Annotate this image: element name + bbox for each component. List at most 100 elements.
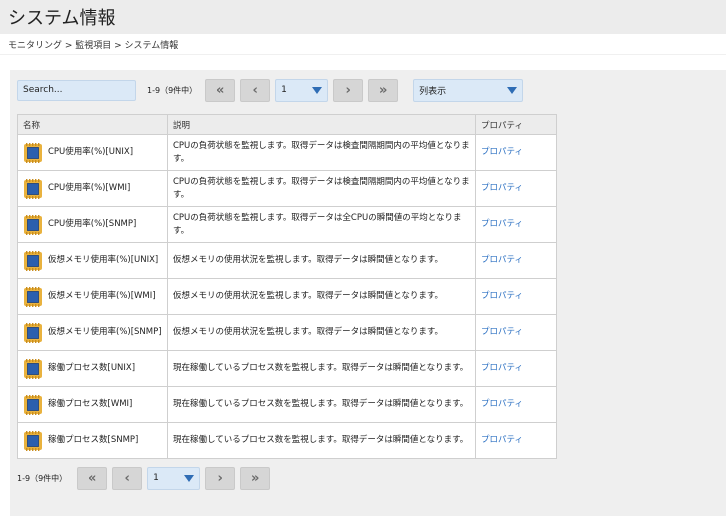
property-link[interactable]: プロパティ (481, 147, 523, 157)
column-display-select[interactable]: 列表示 (413, 78, 524, 102)
description-cell: 現在稼働しているプロセス数を監視します。取得データは瞬間値となります。 (167, 422, 476, 459)
cpu-chip-icon (23, 214, 43, 235)
first-page-button[interactable]: « (205, 78, 236, 102)
property-cell: プロパティ (475, 314, 557, 351)
cpu-chip-icon (23, 286, 43, 307)
property-link[interactable]: プロパティ (481, 183, 523, 193)
name-cell-content: 稼働プロセス数[SNMP] (23, 430, 162, 451)
table-row: 稼働プロセス数[SNMP] 現在稼働しているプロセス数を監視します。取得データは瞬… (17, 422, 557, 459)
cpu-chip-icon (23, 358, 43, 379)
item-description: 仮想メモリの使用状況を監視します。取得データは瞬間値となります。 (173, 291, 444, 301)
monitor-items-table: 名称 説明 プロパティ CPU使用率(%)[UNIX] CPUの負荷状態を監視しま… (17, 114, 557, 459)
chevron-left-icon: ‹ (252, 82, 258, 98)
chevron-right-icon: › (345, 82, 351, 98)
result-count: 1-9（9件中） (147, 85, 198, 95)
cpu-chip-icon (23, 178, 43, 199)
property-cell: プロパティ (475, 386, 557, 423)
table-header-row: 名称 説明 プロパティ (17, 114, 557, 135)
title-bar: システム情報 (0, 0, 726, 34)
item-name: 仮想メモリ使用率(%)[UNIX] (48, 255, 159, 265)
column-header-name[interactable]: 名称 (17, 114, 168, 135)
description-cell: 現在稼働しているプロセス数を監視します。取得データは瞬間値となります。 (167, 350, 476, 387)
table-row: CPU使用率(%)[WMI] CPUの負荷状態を監視します。取得データは検査間隔期… (17, 170, 557, 207)
cpu-chip-icon (23, 322, 43, 343)
name-cell: CPU使用率(%)[UNIX] (17, 134, 168, 171)
name-cell-content: CPU使用率(%)[SNMP] (23, 214, 162, 235)
name-cell: 仮想メモリ使用率(%)[SNMP] (17, 314, 168, 351)
item-name: 稼働プロセス数[UNIX] (48, 363, 136, 373)
name-cell: CPU使用率(%)[SNMP] (17, 206, 168, 243)
last-page-button[interactable]: » (368, 78, 399, 102)
property-cell: プロパティ (475, 242, 557, 279)
property-cell: プロパティ (475, 170, 557, 207)
item-description: CPUの負荷状態を監視します。取得データは検査間隔期間内の平均値となります。 (173, 140, 470, 164)
property-link[interactable]: プロパティ (481, 327, 523, 337)
name-cell: 仮想メモリ使用率(%)[UNIX] (17, 242, 168, 279)
property-link[interactable]: プロパティ (481, 363, 523, 373)
chevron-left-icon: ‹ (124, 470, 130, 486)
property-cell: プロパティ (475, 422, 557, 459)
table-row: 稼働プロセス数[WMI] 現在稼働しているプロセス数を監視します。取得データは瞬間… (17, 386, 557, 423)
table-row: CPU使用率(%)[SNMP] CPUの負荷状態を監視します。取得データは全CPU… (17, 206, 557, 243)
toolbar: 1-9（9件中） « ‹ 1 › » 列表示 (17, 78, 537, 102)
footer-first-page-button[interactable]: « (77, 466, 108, 490)
search-input[interactable] (17, 79, 136, 101)
prev-page-button[interactable]: ‹ (240, 78, 271, 102)
item-description: 現在稼働しているプロセス数を監視します。取得データは瞬間値となります。 (173, 399, 469, 409)
property-link[interactable]: プロパティ (481, 219, 523, 229)
double-chevron-left-icon: « (87, 470, 97, 486)
footer-prev-page-button[interactable]: ‹ (112, 466, 143, 490)
property-link[interactable]: プロパティ (481, 255, 523, 265)
table-row: 仮想メモリ使用率(%)[UNIX] 仮想メモリの使用状況を監視します。取得データは… (17, 242, 557, 279)
name-cell: 稼働プロセス数[SNMP] (17, 422, 168, 459)
name-cell-content: 仮想メモリ使用率(%)[SNMP] (23, 322, 162, 343)
name-cell: 稼働プロセス数[WMI] (17, 386, 168, 423)
name-cell-content: 稼働プロセス数[WMI] (23, 394, 162, 415)
cpu-chip-icon (23, 394, 43, 415)
next-page-button[interactable]: › (333, 78, 364, 102)
property-link[interactable]: プロパティ (481, 291, 523, 301)
column-display-label: 列表示 (419, 86, 447, 97)
footer-next-page-button[interactable]: › (205, 466, 236, 490)
breadcrumb-text: モニタリング > 監視項目 > システム情報 (8, 40, 179, 51)
item-name: CPU使用率(%)[UNIX] (48, 147, 134, 157)
item-description: 現在稼働しているプロセス数を監視します。取得データは瞬間値となります。 (173, 363, 469, 373)
page-select[interactable]: 1 (275, 78, 329, 102)
property-link[interactable]: プロパティ (481, 435, 523, 445)
item-name: CPU使用率(%)[SNMP] (48, 219, 137, 229)
table-body: CPU使用率(%)[UNIX] CPUの負荷状態を監視します。取得データは検査間隔… (17, 134, 557, 459)
name-cell: CPU使用率(%)[WMI] (17, 170, 168, 207)
column-header-description[interactable]: 説明 (167, 114, 476, 135)
property-link[interactable]: プロパティ (481, 399, 523, 409)
content-panel: 1-9（9件中） « ‹ 1 › » 列表示 名称 説明 プロパティ CPU使用… (10, 70, 726, 516)
property-cell: プロパティ (475, 206, 557, 243)
description-cell: CPUの負荷状態を監視します。取得データは検査間隔期間内の平均値となります。 (167, 134, 476, 171)
name-cell-content: CPU使用率(%)[WMI] (23, 178, 162, 199)
table-row: CPU使用率(%)[UNIX] CPUの負荷状態を監視します。取得データは検査間隔… (17, 134, 557, 171)
item-description: CPUの負荷状態を監視します。取得データは全CPUの瞬間値の平均となります。 (173, 212, 462, 236)
description-cell: 仮想メモリの使用状況を監視します。取得データは瞬間値となります。 (167, 314, 476, 351)
table-row: 仮想メモリ使用率(%)[SNMP] 仮想メモリの使用状況を監視します。取得データは… (17, 314, 557, 351)
description-cell: 仮想メモリの使用状況を監視します。取得データは瞬間値となります。 (167, 278, 476, 315)
property-cell: プロパティ (475, 278, 557, 315)
breadcrumb: モニタリング > 監視項目 > システム情報 (0, 34, 726, 55)
description-cell: 現在稼働しているプロセス数を監視します。取得データは瞬間値となります。 (167, 386, 476, 423)
table-row: 仮想メモリ使用率(%)[WMI] 仮想メモリの使用状況を監視します。取得データは瞬… (17, 278, 557, 315)
item-name: 稼働プロセス数[WMI] (48, 399, 133, 409)
cpu-chip-icon (23, 250, 43, 271)
cpu-chip-icon (23, 142, 43, 163)
column-header-property[interactable]: プロパティ (475, 114, 557, 135)
footer-page-select[interactable]: 1 (147, 466, 201, 490)
item-name: 稼働プロセス数[SNMP] (48, 435, 139, 445)
item-name: 仮想メモリ使用率(%)[WMI] (48, 291, 156, 301)
footer-last-page-button[interactable]: » (240, 466, 271, 490)
table-row: 稼働プロセス数[UNIX] 現在稼働しているプロセス数を監視します。取得データは瞬… (17, 350, 557, 387)
name-cell-content: 仮想メモリ使用率(%)[UNIX] (23, 250, 162, 271)
name-cell: 仮想メモリ使用率(%)[WMI] (17, 278, 168, 315)
double-chevron-right-icon: » (250, 470, 260, 486)
cpu-chip-icon (23, 430, 43, 451)
property-cell: プロパティ (475, 350, 557, 387)
page-title: システム情報 (8, 8, 116, 29)
item-description: 仮想メモリの使用状況を監視します。取得データは瞬間値となります。 (173, 255, 444, 265)
description-cell: CPUの負荷状態を監視します。取得データは全CPUの瞬間値の平均となります。 (167, 206, 476, 243)
